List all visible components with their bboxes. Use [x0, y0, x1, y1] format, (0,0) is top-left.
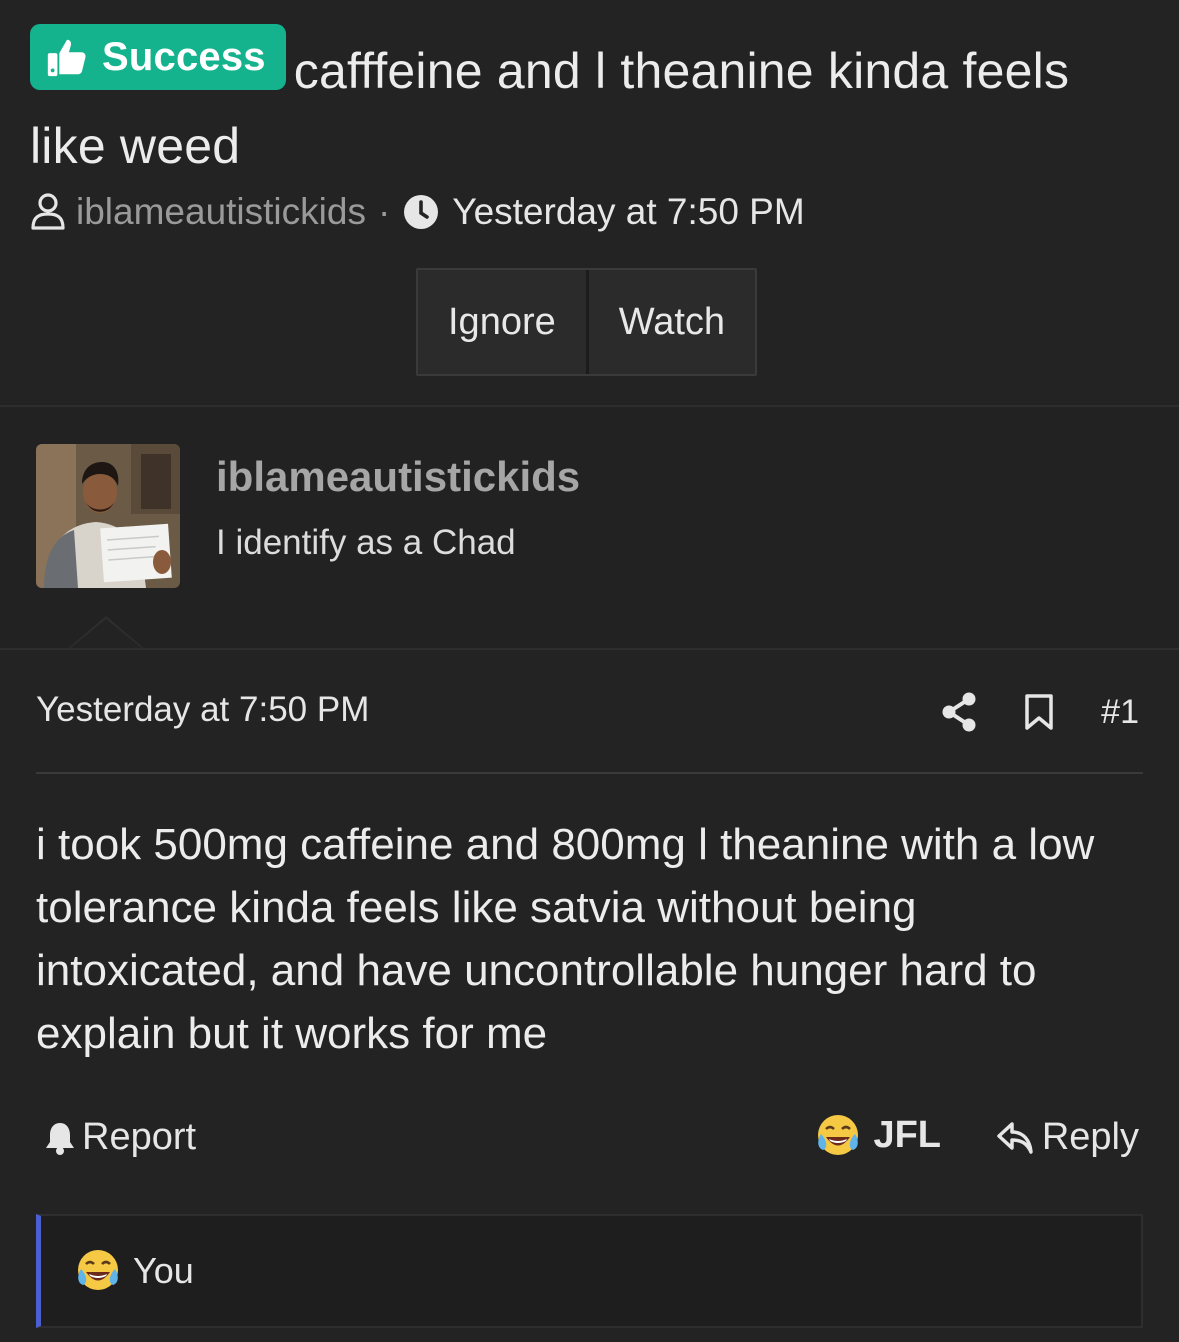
share-button[interactable]: [939, 688, 979, 736]
avatar[interactable]: [36, 444, 180, 588]
post-user-block: iblameautistickids I identify as a Chad: [0, 409, 1179, 649]
post: Yesterday at 7:50 PM #1 i took 500mg caf…: [0, 648, 1179, 1342]
post-actions: Report JFL Reply: [44, 1114, 1139, 1166]
thread-meta: iblameautistickids · Yesterday at 7:50 P…: [30, 188, 805, 236]
reactions-summary-text: You: [133, 1250, 194, 1291]
report-button[interactable]: Report: [44, 1116, 196, 1159]
thread-time-link[interactable]: Yesterday at 7:50 PM: [452, 191, 804, 233]
laughing-crying-emoji-icon: [78, 1250, 118, 1290]
thumbs-up-icon: [47, 39, 86, 77]
success-prefix-badge[interactable]: Success: [30, 24, 286, 90]
post-username-link[interactable]: iblameautistickids: [216, 453, 580, 501]
bookmark-icon: [1025, 694, 1053, 730]
post-divider: [36, 772, 1143, 774]
bookmark-button[interactable]: [1019, 688, 1059, 736]
post-body: i took 500mg caffeine and 800mg l theani…: [36, 820, 1095, 1058]
bell-icon: [46, 1122, 74, 1155]
reactions-summary-bar[interactable]: You: [36, 1214, 1143, 1328]
post-tools: #1: [939, 688, 1139, 736]
post-number-link[interactable]: #1: [1101, 693, 1139, 732]
thread-header: Success cafffeine and l theanine kinda f…: [0, 0, 1179, 407]
thread-action-buttons: Ignore Watch: [416, 268, 758, 376]
post-pointer-arrow-fill: [68, 619, 144, 650]
reaction-button[interactable]: JFL: [815, 1112, 941, 1158]
reply-label: Reply: [1041, 1116, 1139, 1158]
prefix-label: Success: [102, 35, 266, 79]
laughing-crying-emoji-icon: [818, 1115, 859, 1155]
share-icon: [942, 692, 976, 732]
ignore-button[interactable]: Ignore: [418, 270, 586, 374]
thread-author-link[interactable]: iblameautistickids: [76, 191, 366, 233]
clock-icon: [404, 195, 439, 229]
post-time-link[interactable]: Yesterday at 7:50 PM: [36, 690, 369, 730]
thread-title: Success cafffeine and l theanine kinda f…: [30, 24, 1150, 184]
watch-button[interactable]: Watch: [585, 270, 756, 374]
user-icon: [31, 193, 65, 230]
report-label: Report: [82, 1116, 197, 1158]
user-title: I identify as a Chad: [216, 523, 516, 562]
reply-arrow-icon: [997, 1121, 1033, 1154]
reply-button[interactable]: Reply: [996, 1116, 1139, 1159]
meta-separator: ·: [377, 191, 391, 232]
reaction-label: JFL: [873, 1113, 941, 1156]
